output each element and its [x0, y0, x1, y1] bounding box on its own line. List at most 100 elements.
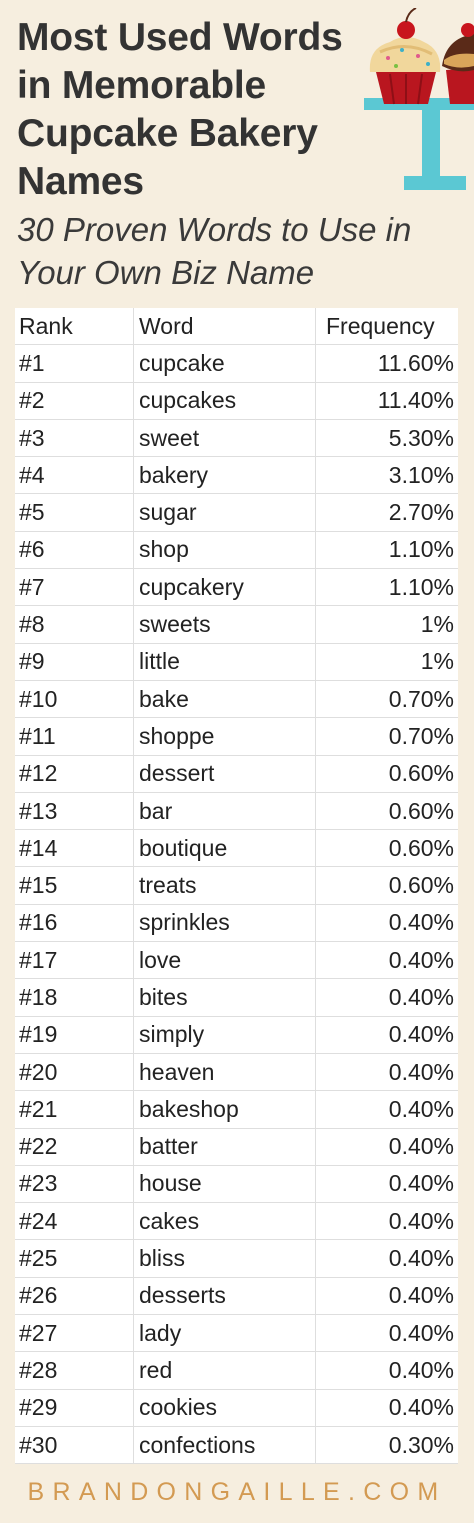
table-row: #18 bites 0.40%	[15, 978, 458, 1017]
word-cell: confections	[133, 1426, 316, 1465]
rank-cell: #24	[15, 1202, 134, 1241]
frequency-cell: 0.40%	[315, 1277, 458, 1316]
table-row: #11 shoppe 0.70%	[15, 717, 458, 756]
frequency-cell: 0.40%	[315, 1053, 458, 1092]
word-cell: bakery	[133, 456, 316, 495]
table-row: #25 bliss 0.40%	[15, 1239, 458, 1278]
rank-cell: #11	[15, 717, 134, 756]
table-row: #26 desserts 0.40%	[15, 1277, 458, 1316]
rank-cell: #1	[15, 344, 134, 383]
cake-stand-icon	[364, 98, 474, 190]
rank-cell: #18	[15, 978, 134, 1017]
frequency-cell: 0.40%	[315, 1016, 458, 1054]
table-row: #30 confections 0.30%	[15, 1426, 458, 1465]
table-row: #17 love 0.40%	[15, 941, 458, 980]
rank-cell: #22	[15, 1128, 134, 1166]
rank-cell: #8	[15, 605, 134, 644]
page-title: Most Used Words in Memorable Cupcake Bak…	[17, 16, 343, 203]
word-cell: bake	[133, 680, 316, 719]
word-cell: shop	[133, 531, 316, 570]
table-row: #5 sugar 2.70%	[15, 493, 458, 532]
rank-cell: #13	[15, 792, 134, 831]
table-row: #3 sweet 5.30%	[15, 419, 458, 458]
frequency-cell: 0.40%	[315, 1351, 458, 1390]
word-frequency-table-container: Rank Word Frequency #1 cupcake 11.60% #2 cup…	[15, 308, 458, 1465]
word-cell: sprinkles	[133, 904, 316, 943]
word-cell: cupcakery	[133, 568, 316, 607]
frequency-cell: 5.30%	[315, 419, 458, 458]
frequency-cell: 0.60%	[315, 866, 458, 905]
rank-cell: #3	[15, 419, 134, 458]
frequency-cell: 0.60%	[315, 829, 458, 868]
table-row: #2 cupcakes 11.40%	[15, 382, 458, 420]
word-cell: bakeshop	[133, 1090, 316, 1129]
frequency-cell: 0.40%	[315, 1165, 458, 1204]
frequency-cell: 1.10%	[315, 568, 458, 607]
word-cell: sweets	[133, 605, 316, 644]
footer-brand: BRANDONGAILLE.COM	[27, 1478, 447, 1506]
word-cell: lady	[133, 1314, 316, 1353]
header-word: Word	[133, 308, 316, 346]
word-cell: batter	[133, 1128, 316, 1166]
rank-cell: #29	[15, 1389, 134, 1427]
rank-cell: #26	[15, 1277, 134, 1316]
word-cell: little	[133, 643, 316, 681]
frequency-cell: 0.30%	[315, 1426, 458, 1465]
frequency-cell: 1.10%	[315, 531, 458, 570]
rank-cell: #23	[15, 1165, 134, 1204]
frequency-cell: 0.40%	[315, 1314, 458, 1353]
frequency-cell: 0.40%	[315, 1128, 458, 1166]
rank-cell: #16	[15, 904, 134, 943]
table-row: #7 cupcakery 1.10%	[15, 568, 458, 607]
frequency-cell: 0.40%	[315, 1202, 458, 1241]
table-row: #1 cupcake 11.60%	[15, 344, 458, 383]
rank-cell: #20	[15, 1053, 134, 1092]
word-cell: sweet	[133, 419, 316, 458]
table-row: #22 batter 0.40%	[15, 1128, 458, 1166]
rank-cell: #25	[15, 1239, 134, 1278]
rank-cell: #21	[15, 1090, 134, 1129]
table-row: #23 house 0.40%	[15, 1165, 458, 1204]
word-cell: love	[133, 941, 316, 980]
frequency-cell: 0.70%	[315, 717, 458, 756]
rank-cell: #30	[15, 1426, 134, 1465]
rank-cell: #17	[15, 941, 134, 980]
frequency-cell: 1%	[315, 643, 458, 681]
frequency-cell: 0.40%	[315, 941, 458, 980]
table-row: #12 dessert 0.60%	[15, 755, 458, 793]
word-cell: bites	[133, 978, 316, 1017]
cherry-icon	[397, 8, 417, 39]
word-cell: simply	[133, 1016, 316, 1054]
rank-cell: #2	[15, 382, 134, 420]
frequency-cell: 0.40%	[315, 1389, 458, 1427]
word-cell: cookies	[133, 1389, 316, 1427]
table-row: #6 shop 1.10%	[15, 531, 458, 570]
rank-cell: #12	[15, 755, 134, 793]
table-row: #20 heaven 0.40%	[15, 1053, 458, 1092]
word-cell: cupcakes	[133, 382, 316, 420]
rank-cell: #10	[15, 680, 134, 719]
page-subtitle: 30 Proven Words to Use in Your Own Biz N…	[17, 211, 412, 291]
word-cell: desserts	[133, 1277, 316, 1316]
word-cell: bar	[133, 792, 316, 831]
table-row: #19 simply 0.40%	[15, 1016, 458, 1054]
rank-cell: #27	[15, 1314, 134, 1353]
table-row: #10 bake 0.70%	[15, 680, 458, 719]
table-row: #4 bakery 3.10%	[15, 456, 458, 495]
table-row: #16 sprinkles 0.40%	[15, 904, 458, 943]
cupcake-illustration	[364, 8, 474, 190]
cupcake-icon	[442, 23, 474, 104]
rank-cell: #19	[15, 1016, 134, 1054]
word-cell: bliss	[133, 1239, 316, 1278]
rank-cell: #4	[15, 456, 134, 495]
table-row: #14 boutique 0.60%	[15, 829, 458, 868]
table-row: #27 lady 0.40%	[15, 1314, 458, 1353]
word-cell: boutique	[133, 829, 316, 868]
cupcake-icon	[369, 8, 441, 105]
table-row: #13 bar 0.60%	[15, 792, 458, 831]
frequency-cell: 11.60%	[315, 344, 458, 383]
header-rank: Rank	[15, 308, 134, 346]
table-row: #8 sweets 1%	[15, 605, 458, 644]
frequency-cell: 0.40%	[315, 1090, 458, 1129]
frequency-cell: 0.40%	[315, 978, 458, 1017]
